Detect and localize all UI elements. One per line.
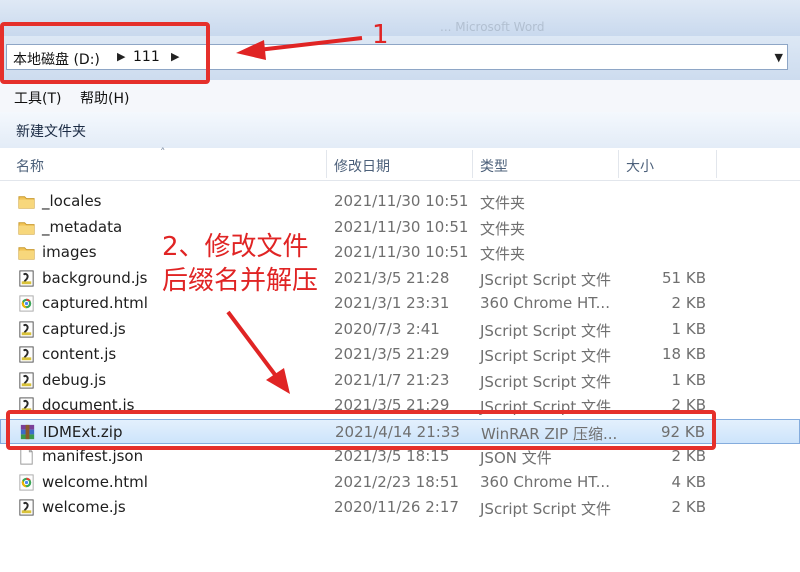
arrow-icon [236, 36, 363, 60]
annotation-step2-line2: 后缀名并解压 [162, 266, 319, 296]
annotation-arrows [226, 36, 363, 394]
annotation-step2-line1: 2、修改文件 [162, 232, 309, 262]
arrow-icon [226, 310, 290, 394]
annotation-step1: 1 [372, 20, 389, 50]
